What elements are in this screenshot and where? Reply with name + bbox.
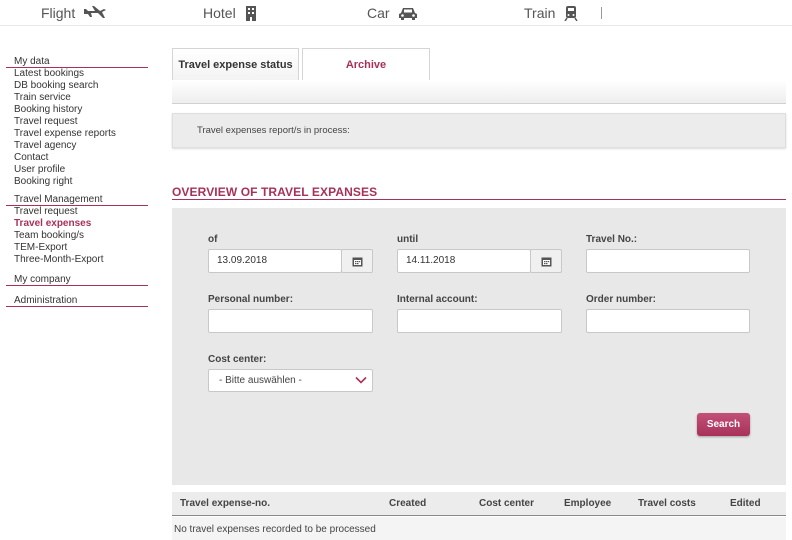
- sidebar-item-latest-bookings[interactable]: Latest bookings: [14, 68, 148, 80]
- sidebar-item-user-profile[interactable]: User profile: [14, 164, 148, 176]
- nav-hotel-label: Hotel: [203, 5, 236, 21]
- sidebar-section-administration: Administration: [6, 295, 148, 307]
- search-button[interactable]: Search: [697, 413, 750, 436]
- nav-car[interactable]: Car: [367, 0, 418, 26]
- sidebar-heading-administration[interactable]: Administration: [6, 295, 148, 307]
- sidebar-item-tm-travel-request[interactable]: Travel request: [14, 206, 148, 218]
- calendar-icon: [541, 257, 551, 266]
- column-cost-center[interactable]: Cost center: [479, 492, 534, 516]
- tab-travel-expense-status[interactable]: Travel expense status: [172, 48, 299, 80]
- nav-train[interactable]: Train: [524, 0, 579, 26]
- sidebar-item-train-service[interactable]: Train service: [14, 92, 148, 104]
- chevron-down-icon: [354, 373, 368, 395]
- car-icon: [398, 5, 418, 21]
- table-empty-message: No travel expenses recorded to be proces…: [172, 517, 786, 540]
- sidebar-section-my-company: My company: [6, 274, 148, 286]
- sidebar-item-tem-export[interactable]: TEM-Export: [14, 242, 148, 254]
- nav-divider: [601, 7, 602, 19]
- until-label: until: [397, 234, 419, 245]
- of-calendar-button[interactable]: [341, 249, 373, 273]
- of-date-field[interactable]: 13.09.2018: [208, 249, 342, 273]
- until-calendar-button[interactable]: [530, 249, 562, 273]
- nav-flight[interactable]: Flight: [41, 0, 107, 26]
- overview-title: OVERVIEW OF TRAVEL EXPANSES: [172, 185, 378, 199]
- sidebar-item-travel-request[interactable]: Travel request: [14, 116, 148, 128]
- nav-train-label: Train: [524, 5, 556, 21]
- cost-center-selected-value: - Bitte auswählen -: [219, 375, 302, 386]
- overview-divider: [172, 199, 786, 200]
- building-icon: [244, 5, 258, 21]
- of-label: of: [208, 234, 218, 245]
- column-travel-expense-no[interactable]: Travel expense-no.: [180, 492, 270, 516]
- sidebar-item-contact[interactable]: Contact: [14, 152, 148, 164]
- train-icon: [563, 5, 579, 21]
- personal-number-field[interactable]: [208, 309, 373, 333]
- sidebar-item-three-month-export[interactable]: Three-Month-Export: [14, 254, 148, 266]
- sidebar-section-travel-management: Travel Management Travel request Travel …: [6, 194, 148, 266]
- until-date-field[interactable]: 14.11.2018: [397, 249, 531, 273]
- status-message-box: Travel expenses report/s in process:: [172, 113, 786, 148]
- sidebar-heading-my-company[interactable]: My company: [6, 274, 148, 286]
- column-travel-costs[interactable]: Travel costs: [638, 492, 696, 516]
- order-number-field[interactable]: [586, 309, 750, 333]
- sidebar-heading-my-data[interactable]: My data: [6, 56, 148, 68]
- sidebar-item-booking-right[interactable]: Booking right: [14, 176, 148, 188]
- cost-center-select[interactable]: - Bitte auswählen -: [208, 369, 373, 392]
- status-message: Travel expenses report/s in process:: [197, 125, 350, 136]
- sidebar-heading-travel-management[interactable]: Travel Management: [6, 194, 148, 206]
- airplane-icon: [83, 5, 107, 21]
- sidebar-item-db-booking-search[interactable]: DB booking search: [14, 80, 148, 92]
- sidebar-item-travel-expense-reports[interactable]: Travel expense reports: [14, 128, 148, 140]
- nav-hotel[interactable]: Hotel: [203, 0, 258, 26]
- tab-content-strip: [172, 80, 786, 104]
- personal-number-label: Personal number:: [208, 294, 294, 305]
- travel-no-field[interactable]: [586, 249, 750, 273]
- sidebar: My data Latest bookings DB booking searc…: [6, 56, 148, 313]
- internal-account-label: Internal account:: [397, 294, 478, 305]
- table-header: Travel expense-no. Created Cost center E…: [172, 492, 786, 516]
- calendar-icon: [352, 257, 362, 266]
- sidebar-item-booking-history[interactable]: Booking history: [14, 104, 148, 116]
- travel-no-label: Travel No.:: [586, 234, 638, 245]
- sidebar-item-team-bookings[interactable]: Team booking/s: [14, 230, 148, 242]
- tab-archive[interactable]: Archive: [302, 48, 430, 80]
- top-navigation: Flight Hotel Car Train: [0, 0, 792, 26]
- sidebar-item-travel-agency[interactable]: Travel agency: [14, 140, 148, 152]
- order-number-label: Order number:: [586, 294, 657, 305]
- column-edited[interactable]: Edited: [730, 492, 761, 516]
- column-employee[interactable]: Employee: [564, 492, 611, 516]
- sidebar-section-my-data: My data Latest bookings DB booking searc…: [6, 56, 148, 188]
- sidebar-item-travel-expenses[interactable]: Travel expenses: [14, 218, 148, 230]
- internal-account-field[interactable]: [397, 309, 562, 333]
- column-created[interactable]: Created: [389, 492, 426, 516]
- nav-car-label: Car: [367, 5, 390, 21]
- cost-center-label: Cost center:: [208, 354, 267, 365]
- nav-flight-label: Flight: [41, 5, 76, 21]
